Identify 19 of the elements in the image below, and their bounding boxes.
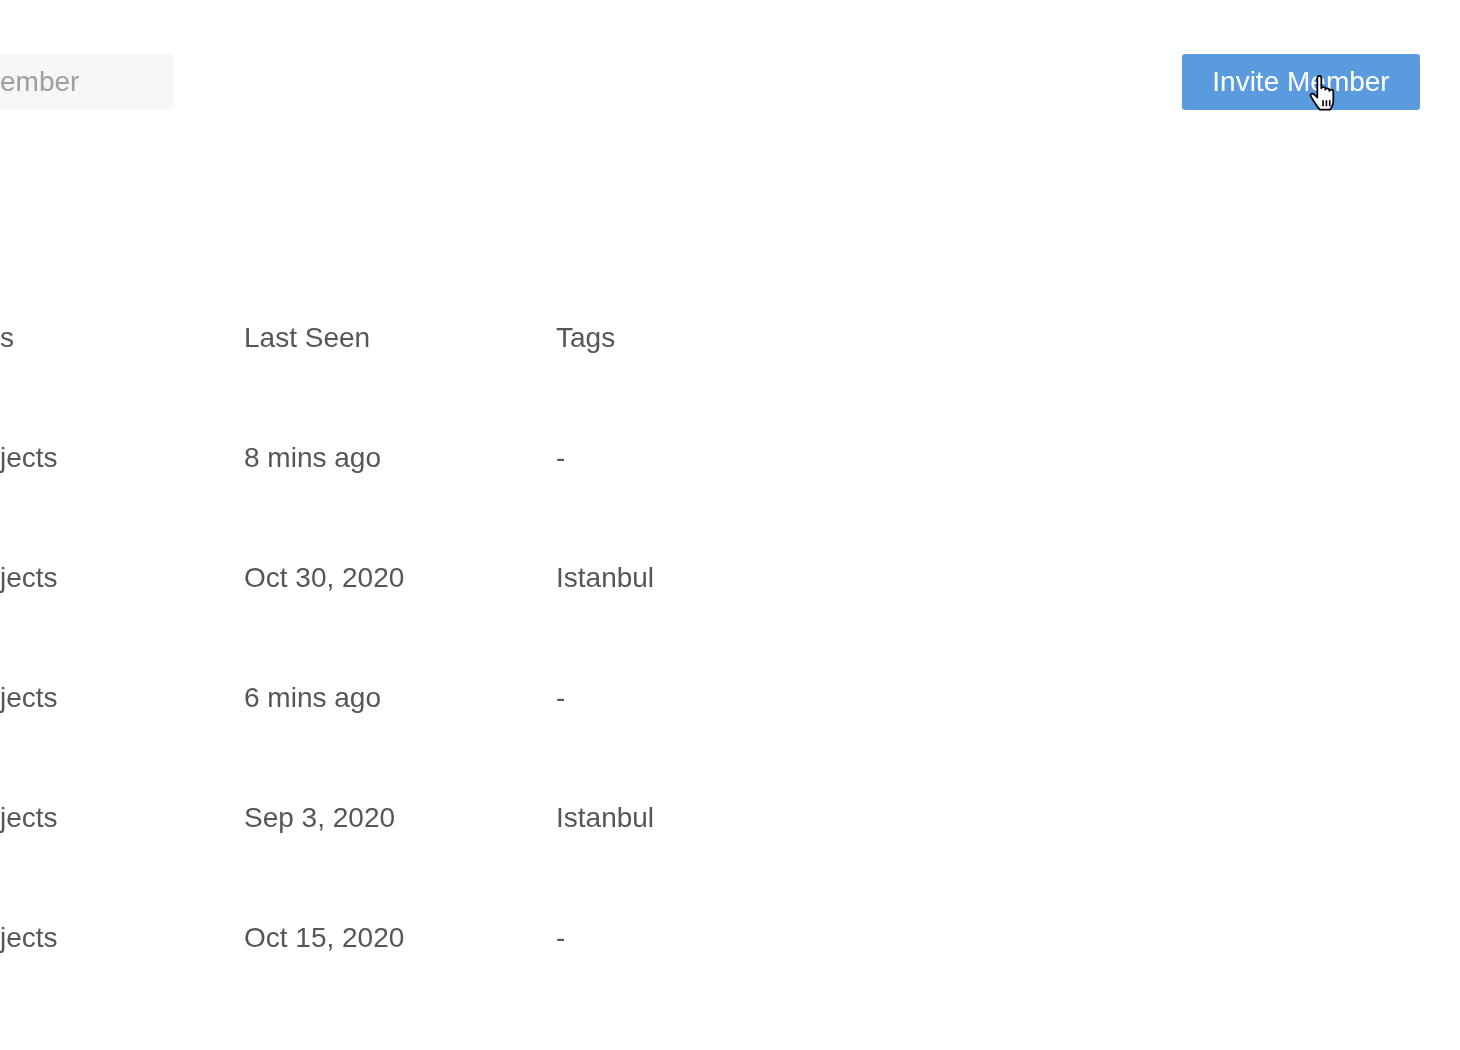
table-cell: jects [0, 442, 58, 474]
column-header: s [0, 322, 14, 354]
table-cell: jects [0, 802, 58, 834]
table-cell: - [556, 922, 566, 954]
column-header: Tags [556, 322, 616, 354]
column-header: Last Seen [244, 322, 371, 354]
search-field[interactable]: ember [0, 54, 174, 110]
table-cell: 6 mins ago [244, 682, 381, 714]
table-cell: jects [0, 562, 58, 594]
table-cell: - [556, 682, 566, 714]
table-cell: Oct 30, 2020 [244, 562, 405, 594]
table-cell: - [556, 442, 566, 474]
table-cell: Sep 3, 2020 [244, 802, 396, 834]
table-cell: jects [0, 682, 58, 714]
table-cell: jects [0, 922, 58, 954]
table-cell: Oct 15, 2020 [244, 922, 405, 954]
table-cell: 8 mins ago [244, 442, 381, 474]
table-cell: Istanbul [556, 562, 655, 594]
table-cell: Istanbul [556, 802, 655, 834]
